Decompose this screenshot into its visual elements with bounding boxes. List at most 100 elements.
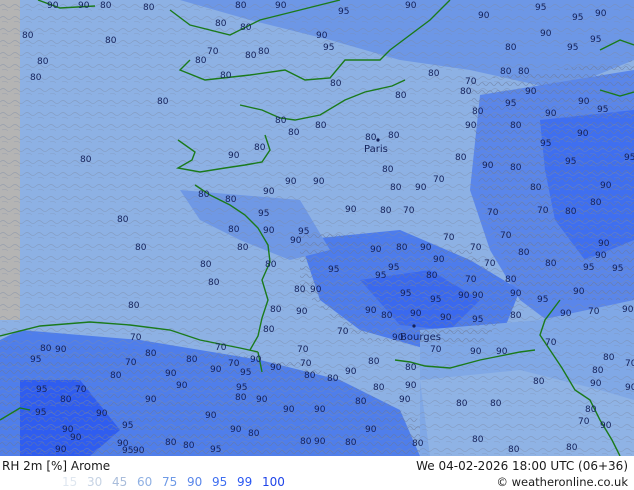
contour-label: 95 bbox=[430, 295, 441, 305]
contour-label: 80 bbox=[327, 374, 339, 384]
contour-label: 80 bbox=[200, 260, 212, 270]
city-label-bourges: Bourges bbox=[400, 332, 441, 343]
credit-link[interactable]: © weatheronline.co.uk bbox=[496, 475, 628, 489]
contour-label: 80 bbox=[315, 121, 327, 131]
contour-label: 90 bbox=[256, 395, 268, 405]
contour-label: 70 bbox=[500, 231, 512, 241]
contour-label: 95 bbox=[535, 3, 546, 13]
contour-label: 90 bbox=[283, 405, 295, 415]
contour-label: 80 bbox=[456, 399, 468, 409]
contour-label: 90 bbox=[165, 369, 177, 379]
contour-label: 80 bbox=[117, 215, 129, 225]
contour-label: 80 bbox=[198, 190, 210, 200]
contour-label: 95 bbox=[338, 7, 349, 17]
contour-label: 95 bbox=[472, 315, 483, 325]
contour-label: 80 bbox=[368, 357, 380, 367]
contour-label: 90 bbox=[365, 306, 377, 316]
contour-label: 70 bbox=[125, 358, 137, 368]
legend-item-30: 30 bbox=[87, 475, 103, 489]
contour-label: 80 bbox=[300, 437, 312, 447]
contour-label: 80 bbox=[235, 393, 247, 403]
contour-label: 80 bbox=[590, 198, 602, 208]
legend-item-90: 90 bbox=[187, 475, 203, 489]
contour-label: 90 bbox=[70, 433, 82, 443]
contour-label: 80 bbox=[412, 439, 424, 449]
contour-label: 90 bbox=[55, 445, 67, 455]
contour-label: 70 bbox=[75, 385, 87, 395]
valid-time: We 04-02-2026 18:00 UTC (06+36) bbox=[416, 459, 628, 473]
contour-label: 95 bbox=[565, 157, 576, 167]
contour-label: 70 bbox=[545, 338, 557, 348]
legend-item-15: 15 bbox=[62, 475, 78, 489]
contour-label: 80 bbox=[373, 383, 385, 393]
contour-label: 95 bbox=[612, 264, 623, 274]
contour-label: 70 bbox=[433, 175, 445, 185]
contour-label: 80 bbox=[505, 43, 517, 53]
legend-item-45: 45 bbox=[112, 475, 128, 489]
contour-label: 95 bbox=[567, 43, 578, 53]
contour-label: 90 bbox=[410, 309, 422, 319]
contour-label: 90 bbox=[405, 381, 417, 391]
contour-label: 80 bbox=[460, 87, 472, 97]
contour-label: 90 bbox=[560, 309, 572, 319]
contour-label: 80 bbox=[165, 438, 177, 448]
contour-label: 90 bbox=[577, 129, 589, 139]
contour-label: 90 bbox=[540, 29, 552, 39]
contour-label: 80 bbox=[545, 259, 557, 269]
contour-label: 80 bbox=[396, 243, 408, 253]
contour-label: 80 bbox=[237, 243, 249, 253]
contour-label: 70 bbox=[228, 359, 240, 369]
city-label-paris: Paris bbox=[364, 144, 388, 155]
contour-label: 90 bbox=[545, 109, 557, 119]
contour-label: 90 bbox=[263, 187, 275, 197]
contour-label: 90 bbox=[296, 307, 308, 317]
contour-label: 70 bbox=[465, 77, 477, 87]
contour-label: 70 bbox=[215, 343, 227, 353]
contour-label: 70 bbox=[207, 47, 219, 57]
contour-label: 80 bbox=[518, 248, 530, 258]
legend-item-95: 95 bbox=[212, 475, 228, 489]
contour-label: 90 bbox=[250, 355, 262, 365]
contour-label: 70 bbox=[337, 327, 349, 337]
contour-label: 90 bbox=[310, 285, 322, 295]
contour-label: 80 bbox=[128, 301, 140, 311]
contour-label: 90 bbox=[595, 251, 607, 261]
rh-map: 80 90 90 80 80 90 95 90 90 95 95 90 80 80 80 80 90 95 90 95… bbox=[0, 0, 634, 456]
contour-label: 95 bbox=[122, 446, 133, 456]
contour-label: 80 bbox=[186, 355, 198, 365]
contour-label: 95 bbox=[240, 368, 251, 378]
contour-label: 80 bbox=[603, 353, 615, 363]
contour-label: 90 bbox=[133, 446, 145, 456]
contour-label: 95 bbox=[572, 13, 583, 23]
contour-label: 80 bbox=[40, 344, 52, 354]
contour-label: 80 bbox=[304, 371, 316, 381]
contour-label: 80 bbox=[355, 397, 367, 407]
contour-label: 95 bbox=[122, 421, 133, 431]
contour-label: 80 bbox=[288, 128, 300, 138]
contour-label: 80 bbox=[275, 116, 287, 126]
legend-item-99: 99 bbox=[237, 475, 253, 489]
contour-label: 95 bbox=[540, 139, 551, 149]
contour-label: 95 bbox=[30, 355, 41, 365]
contour-label: 90 bbox=[316, 31, 328, 41]
contour-label: 80 bbox=[380, 206, 392, 216]
contour-label: 80 bbox=[245, 51, 257, 61]
contour-label: 95 bbox=[583, 263, 594, 273]
contour-label: 80 bbox=[100, 1, 112, 11]
contour-label: 80 bbox=[225, 195, 237, 205]
contour-label: 80 bbox=[22, 31, 34, 41]
contour-label: 90 bbox=[525, 87, 537, 97]
color-legend: 15 30 45 60 75 90 95 99 100 bbox=[62, 475, 287, 489]
contour-label: 90 bbox=[345, 367, 357, 377]
contour-label: 90 bbox=[440, 313, 452, 323]
contour-label: 80 bbox=[235, 1, 247, 11]
contour-label: 95 bbox=[36, 385, 47, 395]
contour-label: 90 bbox=[47, 1, 59, 11]
contour-label: 95 bbox=[328, 265, 339, 275]
contour-label: 90 bbox=[205, 411, 217, 421]
contour-label: 80 bbox=[110, 371, 122, 381]
contour-label: 80 bbox=[472, 107, 484, 117]
contour-label: 90 bbox=[345, 205, 357, 215]
contour-label: 80 bbox=[228, 225, 240, 235]
contour-label: 90 bbox=[595, 9, 607, 19]
